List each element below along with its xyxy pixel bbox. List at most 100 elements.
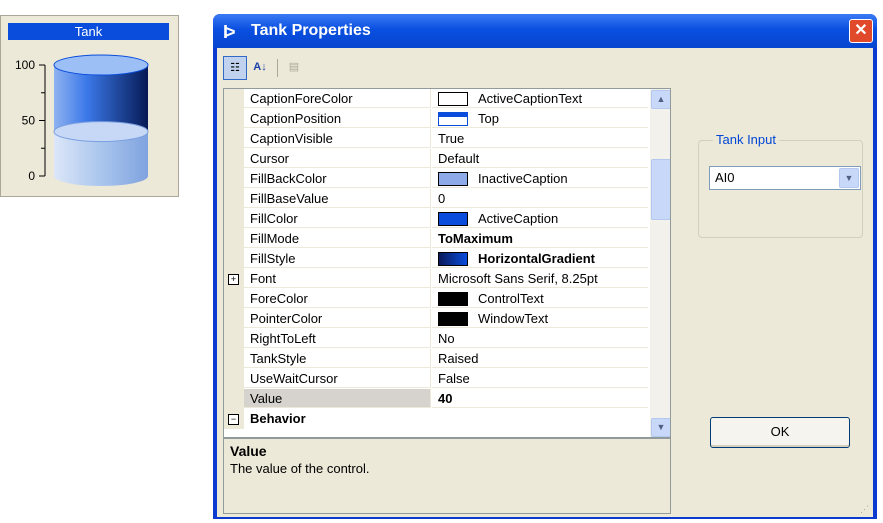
property-value[interactable]: Raised [432,349,648,368]
property-value[interactable]: ActiveCaptionText [432,89,648,108]
property-value[interactable]: Top [432,109,648,128]
property-value-text: Raised [438,351,479,366]
property-name: FillMode [244,229,431,248]
property-pages-icon: ▤ [288,61,300,73]
property-value[interactable]: ActiveCaption [432,209,648,228]
property-name: Cursor [244,149,431,168]
property-value-text: HorizontalGradient [478,251,596,266]
property-value[interactable]: False [432,369,648,388]
property-row[interactable]: FillMode ToMaximum [224,229,648,249]
property-row[interactable]: + Font Microsoft Sans Serif, 8.25pt [224,269,648,289]
scroll-down-button[interactable]: ▼ [651,418,670,437]
row-gutter [224,209,244,229]
color-swatch [438,171,468,186]
color-swatch [438,291,468,306]
property-value-text: ControlText [478,291,544,306]
property-pages-button[interactable]: ▤ [283,56,305,78]
color-swatch [438,91,468,106]
property-row[interactable]: TankStyle Raised [224,349,648,369]
property-name: FillColor [244,209,431,228]
expand-icon[interactable]: + [228,274,239,285]
property-value-text: Top [478,111,499,126]
alphabetical-button[interactable]: A↓ [249,56,271,78]
property-name: ForeColor [244,289,431,308]
property-row[interactable]: PointerColor WindowText [224,309,648,329]
title-bar[interactable]: I> Tank Properties ✕ [213,14,877,48]
property-name: Font [244,269,431,288]
row-gutter [224,229,244,249]
row-gutter [224,329,244,349]
property-name: RightToLeft [244,329,431,348]
row-gutter [224,289,244,309]
category-row-behavior[interactable]: − Behavior [224,409,648,429]
property-row[interactable]: ForeColor ControlText [224,289,648,309]
tank-preview: Tank 100 50 0 [0,15,179,197]
close-button[interactable]: ✕ [849,19,873,43]
property-row[interactable]: FillBackColor InactiveCaption [224,169,648,189]
property-row[interactable]: FillBaseValue 0 [224,189,648,209]
property-name: CaptionPosition [244,109,431,128]
scroll-up-button[interactable]: ▲ [651,90,670,109]
property-row[interactable]: Value 40 [224,389,648,409]
property-grid: CaptionForeColor ActiveCaptionText Caption… [223,88,671,438]
categorized-button[interactable]: ☷ [223,56,247,80]
property-value[interactable]: 0 [432,189,648,208]
resize-grip-icon[interactable]: ⋰ [860,504,870,514]
property-name: Value [244,389,431,408]
property-value[interactable]: Default [432,149,648,168]
scale-label: 0 [28,169,35,183]
row-gutter [224,189,244,209]
property-value[interactable]: True [432,129,648,148]
property-value-text: True [438,131,465,146]
property-row[interactable]: UseWaitCursor False [224,369,648,389]
tank-top-cap [53,54,149,76]
property-row[interactable]: RightToLeft No [224,329,648,349]
property-name: CaptionVisible [244,129,431,148]
property-value[interactable]: HorizontalGradient [432,249,648,268]
categorized-icon: ☷ [230,62,240,74]
property-row[interactable]: Cursor Default [224,149,648,169]
tank-level-surface [53,121,149,143]
scale-label: 100 [15,58,35,72]
ok-button[interactable]: OK [710,417,850,448]
category-label: Behavior [250,411,306,426]
property-name: FillStyle [244,249,431,268]
property-row[interactable]: FillStyle HorizontalGradient [224,249,648,269]
row-gutter [224,109,244,129]
property-value-text: 0 [438,191,446,206]
property-value[interactable]: InactiveCaption [432,169,648,188]
row-gutter [224,249,244,269]
chevron-down-icon: ▼ [656,422,666,432]
property-value-text: Microsoft Sans Serif, 8.25pt [438,271,598,286]
close-icon: ✕ [854,22,868,39]
property-row[interactable]: FillColor ActiveCaption [224,209,648,229]
grid-scrollbar[interactable]: ▲ ▼ [650,89,670,437]
help-title: Value [230,443,267,459]
property-value[interactable]: Microsoft Sans Serif, 8.25pt [432,269,648,288]
dropdown-button[interactable]: ▼ [839,168,859,188]
property-value[interactable]: ToMaximum [432,229,648,248]
tank-input-dropdown[interactable]: AI0 ▼ [709,166,861,190]
color-swatch [438,111,468,126]
property-value-text: WindowText [478,311,549,326]
row-gutter [224,129,244,149]
row-gutter [224,169,244,189]
toolbar-separator [277,59,278,77]
dialog-title: Tank Properties [251,22,371,39]
collapse-icon[interactable]: − [228,414,239,425]
property-name: TankStyle [244,349,431,368]
property-value[interactable]: WindowText [432,309,648,328]
property-name: FillBackColor [244,169,431,188]
scroll-thumb[interactable] [651,159,670,220]
row-gutter [224,89,244,109]
property-value[interactable]: ControlText [432,289,648,308]
property-value-text: No [438,331,455,346]
property-value-text: Default [438,151,480,166]
property-value-text: InactiveCaption [478,171,568,186]
property-value[interactable]: No [432,329,648,348]
property-row[interactable]: CaptionForeColor ActiveCaptionText [224,89,648,109]
property-value-text: ActiveCaptionText [478,91,583,106]
property-value[interactable]: 40 [432,389,648,408]
property-row[interactable]: CaptionPosition Top [224,109,648,129]
property-row[interactable]: CaptionVisible True [224,129,648,149]
